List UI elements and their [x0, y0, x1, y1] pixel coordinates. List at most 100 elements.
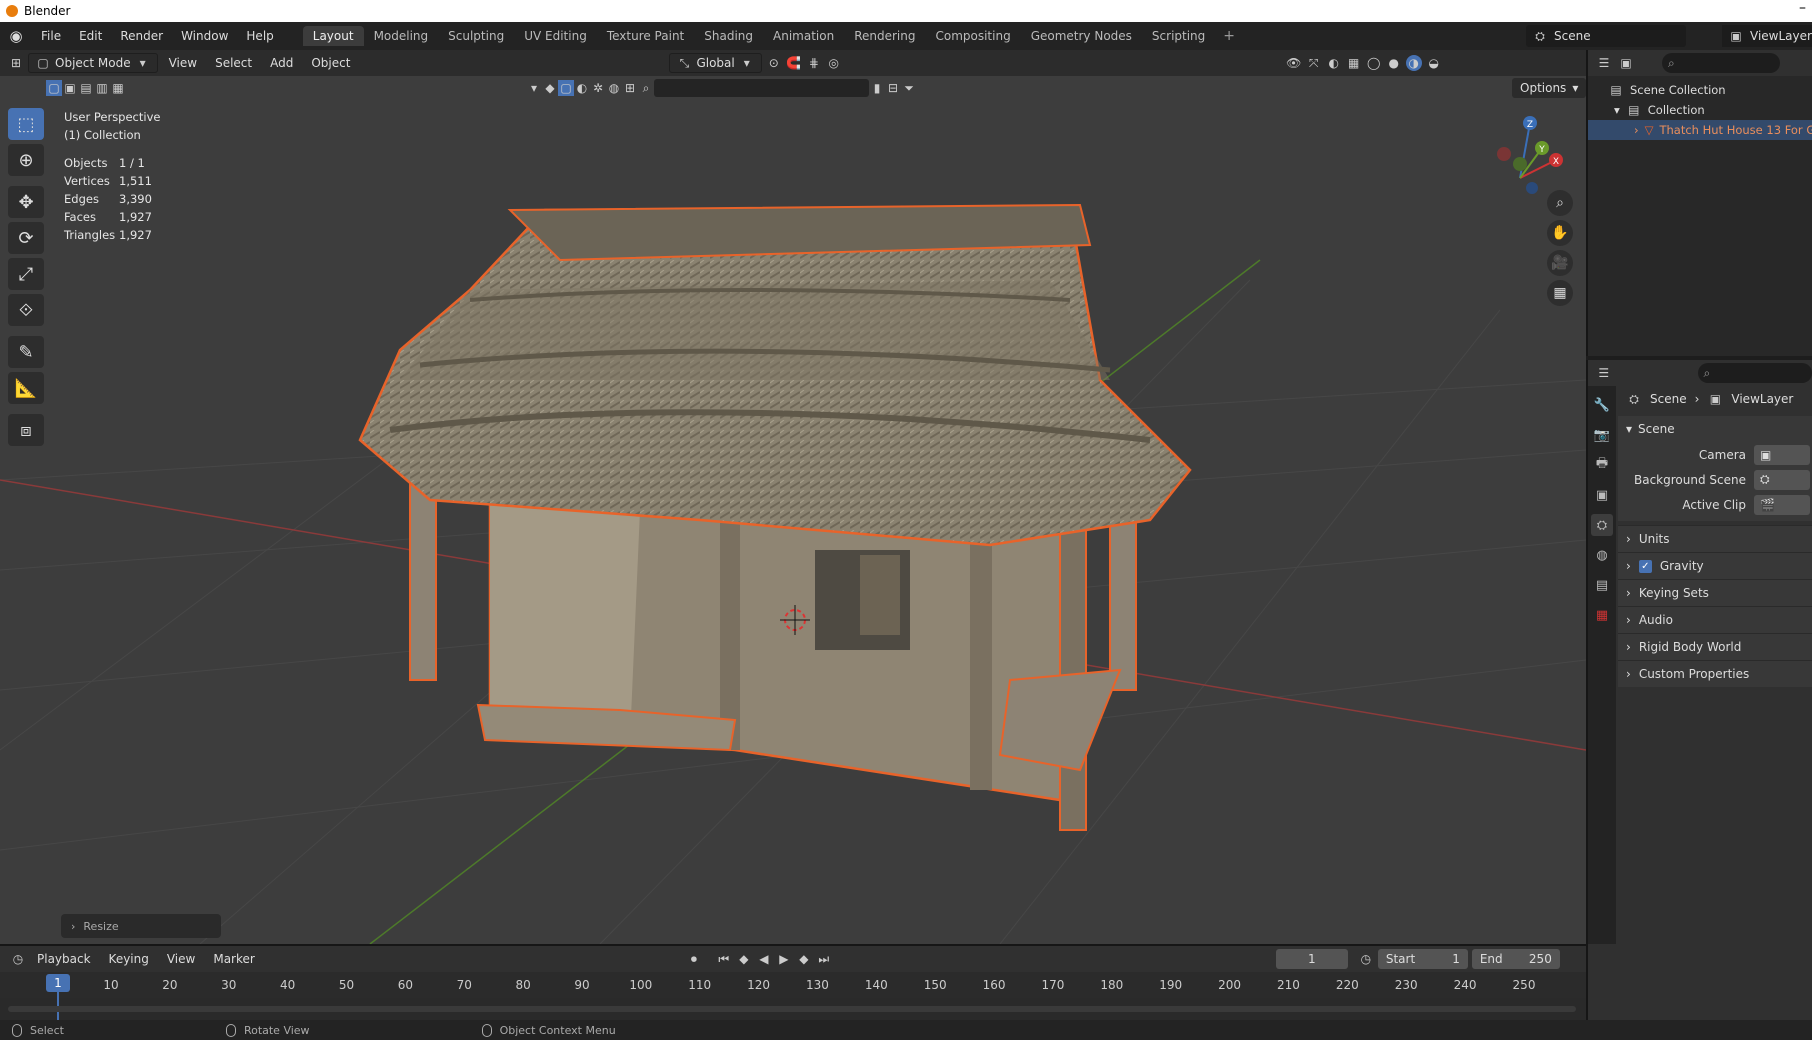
- play-reverse-icon[interactable]: ◀: [756, 951, 772, 967]
- tab-animation[interactable]: Animation: [763, 26, 844, 46]
- select-box-tool-icon[interactable]: ⬚: [8, 108, 44, 140]
- outliner-search-input[interactable]: ⌕: [1662, 53, 1780, 73]
- viewport-menu-object[interactable]: Object: [304, 56, 357, 70]
- scene-selector[interactable]: ⛭ Scene: [1526, 25, 1686, 47]
- viewport-search-input[interactable]: [654, 79, 869, 97]
- jump-start-icon[interactable]: ⏮: [716, 951, 732, 967]
- tab-sculpting[interactable]: Sculpting: [438, 26, 514, 46]
- search-icon[interactable]: ⌕: [638, 80, 654, 96]
- select-invert-icon[interactable]: ▥: [94, 80, 110, 96]
- tab-rendering[interactable]: Rendering: [844, 26, 925, 46]
- world-tab-icon[interactable]: ◍: [1591, 544, 1613, 566]
- pivot-point-icon[interactable]: ⊙: [766, 55, 782, 71]
- tool-tab-icon[interactable]: 🔧: [1591, 394, 1613, 416]
- timeline-menu-keying[interactable]: Keying: [102, 952, 156, 966]
- minimize-icon[interactable]: –: [1799, 0, 1806, 16]
- menu-window[interactable]: Window: [172, 29, 237, 43]
- snap-target-icon[interactable]: ⋕: [806, 55, 822, 71]
- current-frame-indicator[interactable]: 1: [46, 974, 70, 992]
- viewport-menu-view[interactable]: View: [162, 56, 204, 70]
- next-keyframe-icon[interactable]: ◆: [796, 951, 812, 967]
- overlay-icon[interactable]: ◐: [1326, 55, 1342, 71]
- xray-icon[interactable]: ▦: [1346, 55, 1362, 71]
- tab-modeling[interactable]: Modeling: [364, 26, 439, 46]
- menu-render[interactable]: Render: [111, 29, 172, 43]
- view-layer-selector[interactable]: ▣ ViewLayer: [1722, 25, 1812, 47]
- menu-edit[interactable]: Edit: [70, 29, 111, 43]
- add-workspace-button[interactable]: +: [1215, 28, 1243, 44]
- end-frame-field[interactable]: End 250: [1471, 949, 1560, 969]
- collection-tab-icon[interactable]: ▤: [1591, 574, 1613, 596]
- filter-dropdown-icon[interactable]: ▾: [526, 80, 542, 96]
- outliner-row-collection[interactable]: ▾ ▤ Collection: [1588, 100, 1812, 120]
- bookmark-icon[interactable]: ▮: [869, 80, 885, 96]
- selected-object-hut[interactable]: [358, 203, 1192, 831]
- timeline-ruler[interactable]: 1 10 20 30 40 50 60 70 80 90 100 110 120 130 140 150 160…: [0, 972, 1586, 1032]
- play-icon[interactable]: ▶: [776, 951, 792, 967]
- subpanel-custom-properties[interactable]: › Custom Properties: [1618, 660, 1812, 687]
- jump-end-icon[interactable]: ⏭: [816, 951, 832, 967]
- select-extend-icon[interactable]: ▣: [62, 80, 78, 96]
- measure-tool-icon[interactable]: 📐: [8, 372, 44, 404]
- background-scene-field[interactable]: ⛭: [1754, 469, 1810, 490]
- move-tool-icon[interactable]: ✥: [8, 186, 44, 218]
- light-filter-icon[interactable]: ✲: [590, 80, 606, 96]
- mode-dropdown[interactable]: ▢ Object Mode ▾: [28, 53, 158, 73]
- snap-icon[interactable]: 🧲: [786, 55, 802, 71]
- navigation-gizmo[interactable]: Z Y X: [1490, 108, 1570, 198]
- tab-scripting[interactable]: Scripting: [1142, 26, 1215, 46]
- editor-type-icon[interactable]: ⊞: [8, 55, 24, 71]
- annotate-tool-icon[interactable]: ✎: [8, 336, 44, 368]
- record-icon[interactable]: ⏺: [686, 951, 702, 967]
- timeline-menu-playback[interactable]: Playback: [30, 952, 98, 966]
- viewport-menu-add[interactable]: Add: [263, 56, 300, 70]
- zoom-icon[interactable]: ⌕: [1547, 190, 1573, 216]
- timeline-menu-marker[interactable]: Marker: [206, 952, 261, 966]
- view-layer-tab-icon[interactable]: ▣: [1591, 484, 1613, 506]
- camera-filter-icon[interactable]: ◍: [606, 80, 622, 96]
- proportional-edit-icon[interactable]: ◎: [826, 55, 842, 71]
- perspective-grid-icon[interactable]: ▦: [1547, 280, 1573, 306]
- menu-file[interactable]: File: [32, 29, 70, 43]
- add-cube-tool-icon[interactable]: ⧈: [8, 414, 44, 446]
- camera-view-icon[interactable]: 🎥: [1547, 250, 1573, 276]
- cursor-tool-icon[interactable]: ⊕: [8, 144, 44, 176]
- render-tab-icon[interactable]: 📷: [1591, 424, 1613, 446]
- properties-editor-icon[interactable]: ☰: [1596, 365, 1612, 381]
- scene-tab-icon[interactable]: ⛭: [1591, 514, 1613, 536]
- select-subtract-icon[interactable]: ▤: [78, 80, 94, 96]
- outliner-row-scene-collection[interactable]: ▤ Scene Collection: [1588, 80, 1812, 100]
- outliner-row-object[interactable]: › ▽ Thatch Hut House 13 For Ga: [1588, 120, 1812, 140]
- options-dropdown[interactable]: Options ▾: [1512, 78, 1586, 98]
- last-operator-panel[interactable]: › Resize: [61, 914, 221, 938]
- tab-uv-editing[interactable]: UV Editing: [514, 26, 597, 46]
- select-intersect-icon[interactable]: ▦: [110, 80, 126, 96]
- scene-panel-header[interactable]: ▾ Scene: [1618, 416, 1812, 442]
- rendered-shading-icon[interactable]: ◒: [1426, 55, 1442, 71]
- display-mode-icon[interactable]: ▣: [1618, 55, 1634, 71]
- start-frame-field[interactable]: Start 1: [1377, 949, 1468, 969]
- current-frame-field[interactable]: 1: [1275, 949, 1348, 969]
- object-types-icon[interactable]: ◆: [542, 80, 558, 96]
- properties-search-input[interactable]: ⌕: [1697, 363, 1812, 383]
- blender-menu-icon[interactable]: ◉: [6, 26, 26, 46]
- active-clip-field[interactable]: 🎬: [1754, 494, 1810, 515]
- material-filter-icon[interactable]: ◐: [574, 80, 590, 96]
- subpanel-rigid-body-world[interactable]: › Rigid Body World: [1618, 633, 1812, 660]
- prev-keyframe-icon[interactable]: ◆: [736, 951, 752, 967]
- output-tab-icon[interactable]: 🖶: [1591, 454, 1613, 476]
- tab-shading[interactable]: Shading: [694, 26, 763, 46]
- transform-orientation-dropdown[interactable]: ⤡ Global ▾: [669, 53, 762, 73]
- outliner-editor-icon[interactable]: ☰: [1596, 55, 1612, 71]
- timeline-menu-view[interactable]: View: [160, 952, 202, 966]
- texture-tab-icon[interactable]: ▦: [1591, 604, 1613, 626]
- tab-geometry-nodes[interactable]: Geometry Nodes: [1021, 26, 1142, 46]
- editor-type-icon[interactable]: ◷: [10, 951, 26, 967]
- subpanel-keying-sets[interactable]: › Keying Sets: [1618, 579, 1812, 606]
- select-new-icon[interactable]: ▢: [46, 80, 62, 96]
- timeline-scrollbar[interactable]: [8, 1006, 1576, 1012]
- visibility-icon[interactable]: 👁: [1286, 55, 1302, 71]
- subpanel-gravity[interactable]: › ✓ Gravity: [1618, 552, 1812, 579]
- gizmo-icon[interactable]: ⤧: [1306, 55, 1322, 71]
- subpanel-audio[interactable]: › Audio: [1618, 606, 1812, 633]
